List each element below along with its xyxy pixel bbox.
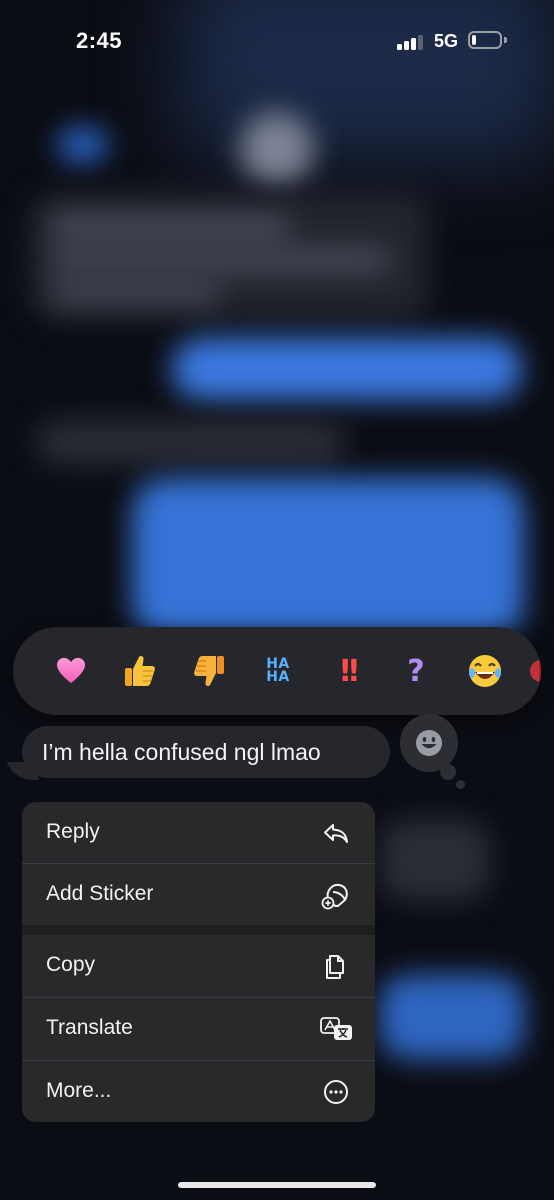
blurred-text-line — [50, 250, 390, 270]
home-indicator[interactable] — [178, 1182, 376, 1188]
cellular-signal-icon — [397, 34, 425, 50]
menu-item-add-sticker[interactable]: Add Sticker — [22, 864, 375, 925]
blurred-sent-bubble — [132, 478, 524, 638]
blurred-text-line — [50, 218, 290, 238]
tapback-emphasize[interactable]: !! — [323, 647, 371, 695]
tapback-question[interactable]: ? — [392, 647, 440, 695]
partial-emoji-icon — [530, 660, 541, 682]
smiley-sticker-icon — [416, 730, 442, 756]
more-ellipsis-icon — [324, 1080, 348, 1104]
tapback-reaction-bar: HA HA !! ? — [13, 627, 541, 715]
tapback-laughing-emoji[interactable] — [461, 647, 509, 695]
blurred-back-button — [58, 128, 108, 162]
battery-cap — [504, 37, 507, 43]
menu-item-label: More... — [46, 1079, 112, 1102]
battery-icon — [468, 31, 502, 49]
battery-level-fill — [472, 35, 476, 45]
blurred-contact-avatar — [240, 112, 314, 186]
sticker-bubble-tail-dot — [456, 780, 465, 789]
menu-item-reply[interactable]: Reply — [22, 802, 375, 863]
tapback-heart[interactable] — [47, 647, 95, 695]
thumbs-down-icon — [194, 656, 224, 687]
network-type: 5G — [434, 31, 459, 51]
sticker-button[interactable] — [400, 714, 458, 772]
menu-section-gap — [22, 925, 375, 935]
blurred-received-bubble — [380, 820, 490, 900]
menu-item-label: Copy — [46, 953, 96, 976]
question-icon: ? — [407, 653, 425, 689]
blurred-text-line — [50, 282, 220, 302]
blurred-sent-bubble — [380, 975, 524, 1059]
blurred-received-bubble — [36, 420, 346, 464]
status-bar: 2:45 5G — [0, 0, 554, 84]
haha-icon: HA HA — [266, 656, 290, 685]
menu-item-label: Translate — [46, 1016, 133, 1039]
tapback-haha[interactable]: HA HA — [254, 647, 302, 695]
menu-item-label: Reply — [46, 820, 100, 843]
status-time: 2:45 — [76, 28, 123, 53]
menu-item-translate[interactable]: Translate — [22, 998, 375, 1059]
message-text: I’m hella confused ngl lmao — [42, 739, 321, 765]
copy-icon — [326, 955, 344, 979]
menu-item-more[interactable]: More... — [22, 1061, 375, 1122]
blurred-sent-bubble — [172, 338, 522, 400]
message-context-menu: Reply Add Sticker Copy Translate More... — [22, 802, 375, 1122]
reply-arrow-icon — [324, 824, 348, 843]
selected-message-bubble[interactable]: I’m hella confused ngl lmao — [22, 726, 390, 778]
thumbs-up-icon — [125, 655, 155, 686]
menu-item-label: Add Sticker — [46, 882, 154, 905]
exclamation-icon: !! — [338, 653, 360, 689]
add-sticker-icon — [321, 883, 348, 910]
tapback-more-emoji[interactable] — [517, 647, 541, 695]
tapback-thumbs-down[interactable] — [185, 647, 233, 695]
menu-item-copy[interactable]: Copy — [22, 935, 375, 996]
laughing-emoji-icon — [469, 655, 501, 687]
translate-icon — [320, 1017, 352, 1040]
heart-icon — [57, 657, 85, 684]
tapback-thumbs-up[interactable] — [116, 647, 164, 695]
